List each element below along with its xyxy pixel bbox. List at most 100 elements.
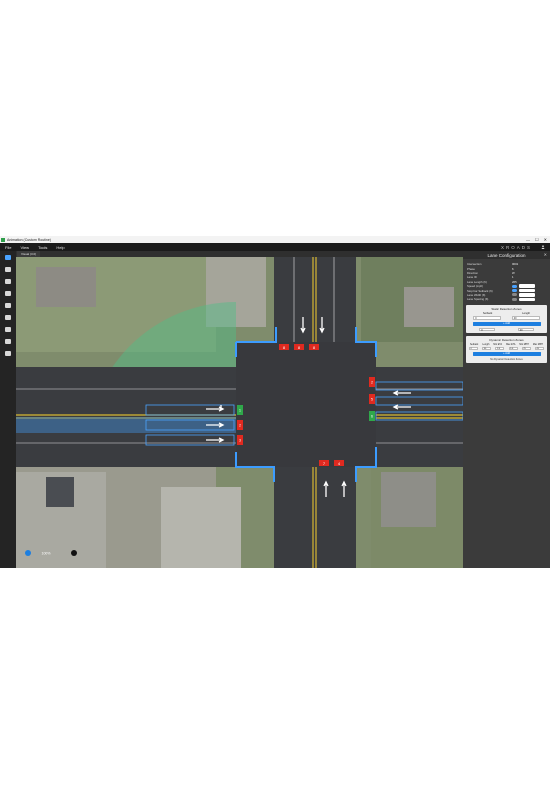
field-label: Speed (mph) xyxy=(467,284,484,289)
lane-width-input[interactable] xyxy=(519,293,535,297)
chat-button[interactable] xyxy=(3,325,13,333)
list-button[interactable] xyxy=(3,265,13,273)
close-window-button[interactable]: ✕ xyxy=(544,237,547,242)
lane-configuration-panel: Lane Configuration ✕ Intersection 0001 Ph… xyxy=(463,251,550,568)
window-controls: — ☐ ✕ xyxy=(526,237,550,242)
menu-view[interactable]: View xyxy=(20,245,29,250)
static-zones-title: Static Detection Zones xyxy=(491,306,522,311)
signal-heads-west[interactable]: 1 2 3 xyxy=(237,405,243,445)
signal-head-label: 2 xyxy=(371,381,373,385)
map-canvas[interactable]: 8 8 8 7 4 2 5 6 1 2 3 100% xyxy=(16,257,463,568)
dynamic-detection-zones: Dynamic Detection Zones Setback Length M… xyxy=(466,336,547,364)
chart-button[interactable] xyxy=(3,289,13,297)
field-label: Direction xyxy=(467,270,479,275)
vehicle-icon xyxy=(5,338,11,344)
field-label: Lane ID xyxy=(467,275,477,280)
setback-toggle[interactable] xyxy=(512,289,517,293)
left-toolbar xyxy=(0,251,16,568)
storage-button[interactable] xyxy=(3,313,13,321)
dyn-max-mph-input[interactable]: 45 xyxy=(534,346,544,351)
spacing-toggle[interactable] xyxy=(512,297,517,301)
lane-fields: Intersection 0001 Phase 6 Direction W Lane … xyxy=(463,259,550,302)
dyn-col: Setback xyxy=(470,343,479,346)
app-logo-icon xyxy=(1,237,5,242)
signal-head-label: 6 xyxy=(371,415,373,419)
static-length-input[interactable]: 40 xyxy=(511,316,540,320)
clipboard-icon xyxy=(5,350,11,356)
back-arrow-icon xyxy=(5,254,11,260)
static-setback-input[interactable]: 0 xyxy=(473,316,502,320)
field-label: Phase xyxy=(467,266,475,271)
setback-column: Setback xyxy=(482,312,493,316)
house-roof xyxy=(381,472,436,527)
chat-icon xyxy=(5,326,11,332)
menu-file[interactable]: File xyxy=(5,245,11,250)
signal-head-label: 1 xyxy=(239,409,241,413)
signal-head-label: 3 xyxy=(239,439,241,443)
static-detection-zones: Static Detection Zones Setback Length 0 … xyxy=(466,304,547,334)
selected-lane[interactable] xyxy=(16,417,236,433)
width-toggle[interactable] xyxy=(512,293,517,297)
speed-toggle[interactable] xyxy=(512,284,517,288)
panel-title: Lane Configuration xyxy=(487,252,526,258)
lane-spacing-input[interactable] xyxy=(519,297,535,302)
length-column: Length xyxy=(522,312,531,316)
zoom-label: 100% xyxy=(42,552,51,556)
menu-tools[interactable]: Tools xyxy=(38,245,47,250)
lane-length-input[interactable]: 265 xyxy=(512,280,517,284)
window-title: Animation (Custom Routine) xyxy=(7,237,51,242)
dyn-max-eta-input[interactable]: 5.6 xyxy=(508,346,518,351)
dyn-length-input[interactable]: 90 xyxy=(482,346,492,351)
dyn-col: Min MPH xyxy=(519,343,529,346)
field-label: Intersection xyxy=(467,262,482,267)
menu-bar: File View Tools Help XROADS xyxy=(0,243,550,251)
back-arrow-button[interactable] xyxy=(3,253,13,261)
intersection-map[interactable]: 8 8 8 7 4 2 5 6 1 2 3 100% xyxy=(16,257,463,568)
field-value: 1 xyxy=(512,275,514,280)
field-label: Stop bar Setback (ft) xyxy=(467,288,493,293)
vehicle-button[interactable] xyxy=(3,337,13,345)
brand-logo: XROADS xyxy=(500,244,532,250)
static-zone-end[interactable]: 40 xyxy=(517,327,534,332)
signal-head-label: 5 xyxy=(371,398,373,402)
user-account-icon[interactable] xyxy=(541,245,545,249)
dyn-col: Max MPH xyxy=(532,343,543,346)
close-icon[interactable]: ✕ xyxy=(544,252,547,257)
list-icon xyxy=(5,266,11,272)
field-lane-spacing: Lane Spacing (ft) xyxy=(467,297,546,301)
maximize-button[interactable]: ☐ xyxy=(535,237,539,242)
panel-header: Lane Configuration ✕ xyxy=(463,251,550,259)
wifi-button[interactable] xyxy=(3,301,13,309)
dyn-col: Length xyxy=(482,343,490,346)
house-roof xyxy=(404,287,454,327)
menu-help[interactable]: Help xyxy=(56,245,64,250)
static-zone-start[interactable]: 0 xyxy=(479,327,496,332)
add-static-zone-button[interactable]: + Add xyxy=(472,321,541,326)
speed-input[interactable] xyxy=(519,284,535,288)
shed-roof xyxy=(46,477,74,507)
signal-head-label: 2 xyxy=(239,424,241,428)
signal-heads-east[interactable]: 2 5 6 xyxy=(369,377,375,421)
chart-line-icon xyxy=(5,290,11,296)
field-value: W xyxy=(512,270,515,275)
dyn-col: Max ETA xyxy=(506,343,516,346)
dynamic-zones-empty-note: No Dynamic Detection Zones xyxy=(490,358,523,362)
dynamic-zones-title: Dynamic Detection Zones xyxy=(489,338,524,343)
add-dynamic-zone-button[interactable]: + Add xyxy=(472,352,541,357)
field-label: Lane Length (ft) xyxy=(467,279,487,284)
field-value: 0001 xyxy=(512,262,519,267)
dyn-min-mph-input[interactable]: 25 xyxy=(521,346,531,351)
field-label: Lane Width (ft) xyxy=(467,292,486,297)
storage-icon xyxy=(5,314,11,320)
minimize-button[interactable]: — xyxy=(526,237,530,242)
traffic-signal-button[interactable] xyxy=(3,277,13,285)
dyn-min-eta-input[interactable]: 2.8 xyxy=(495,346,505,351)
title-bar: Animation (Custom Routine) — ☐ ✕ xyxy=(0,236,550,243)
setback-input[interactable] xyxy=(519,288,535,293)
intersection-box xyxy=(236,342,376,467)
dyn-setback-input[interactable]: 0 xyxy=(469,346,478,351)
signal-heads-north[interactable]: 8 8 8 xyxy=(279,344,319,350)
field-label: Lane Spacing (ft) xyxy=(467,297,489,302)
clipboard-button[interactable] xyxy=(3,349,13,357)
wifi-icon xyxy=(5,302,11,308)
